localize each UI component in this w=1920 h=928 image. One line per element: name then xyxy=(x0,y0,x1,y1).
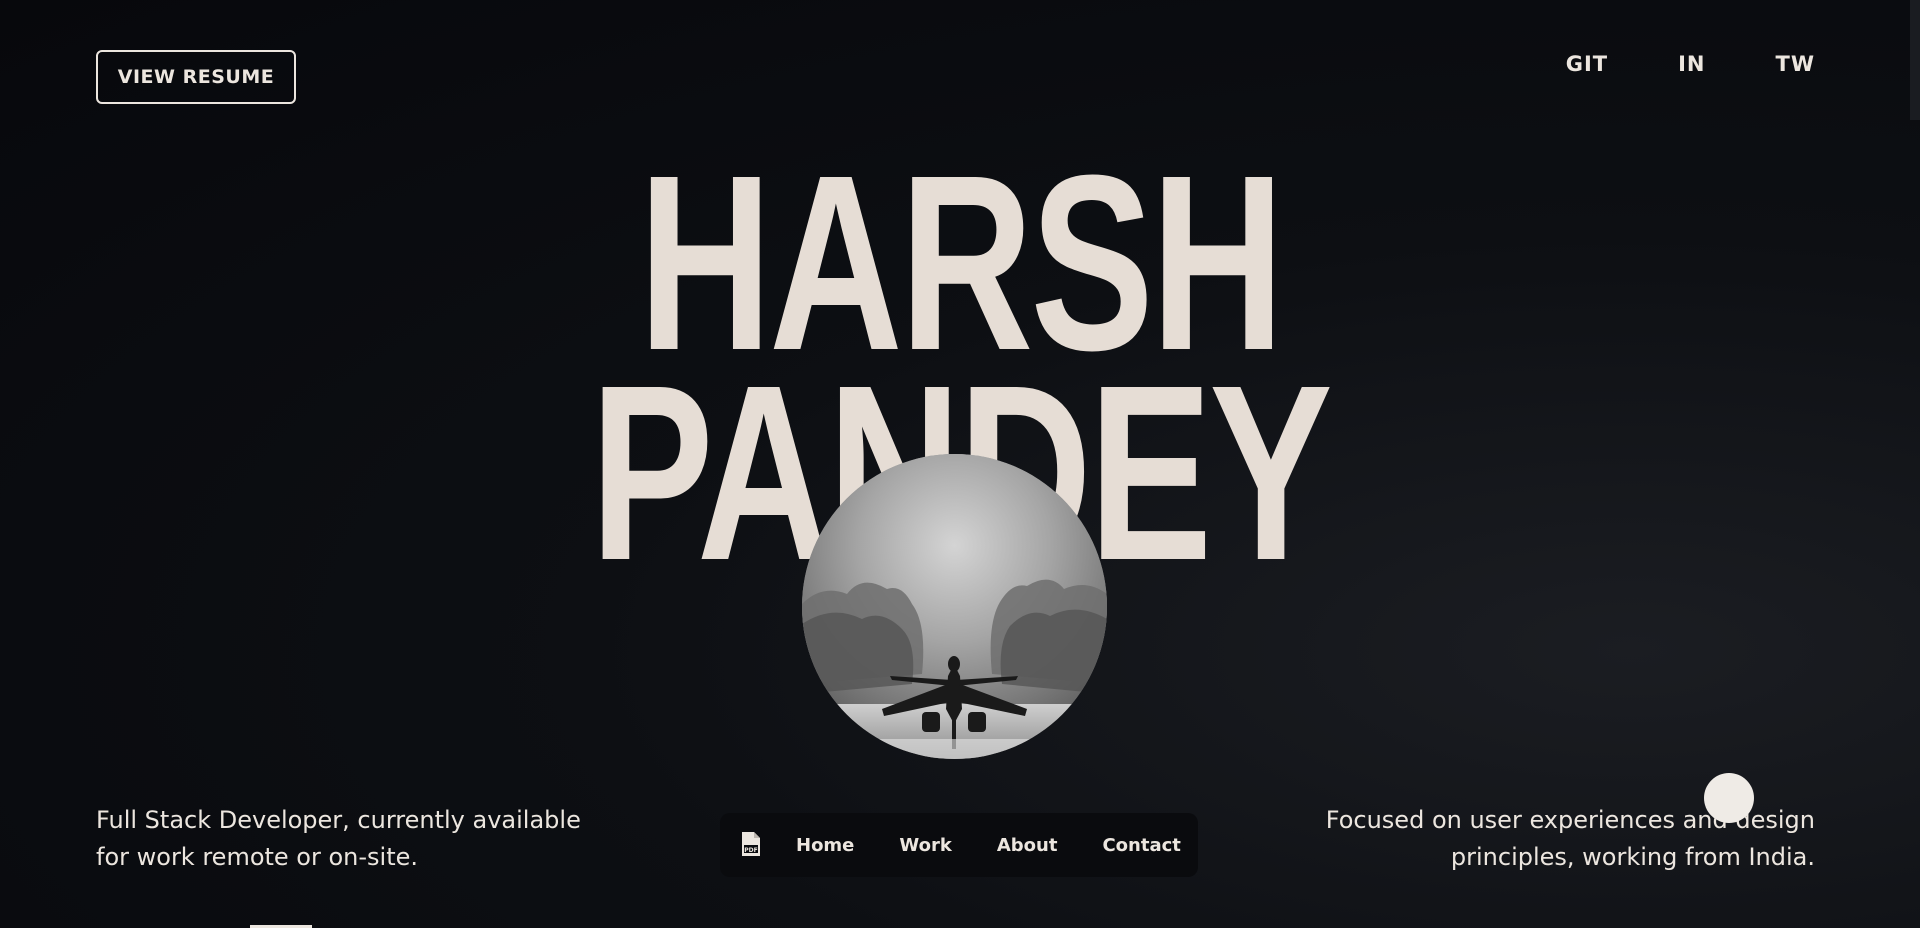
nav-contact[interactable]: Contact xyxy=(1102,835,1180,856)
social-link-git[interactable]: GIT xyxy=(1566,52,1608,76)
cursor-follower-dot xyxy=(1704,773,1754,823)
left-tagline-line1: Full Stack Developer, currently availabl… xyxy=(96,806,581,834)
right-tagline-line2: principles, working from India. xyxy=(1450,843,1815,871)
nav-about[interactable]: About xyxy=(997,835,1058,856)
social-link-twitter[interactable]: TW xyxy=(1776,52,1816,76)
pdf-file-icon[interactable]: PDF xyxy=(740,831,766,859)
social-links: GIT IN TW xyxy=(1566,52,1815,76)
hero-image xyxy=(802,454,1107,759)
nav-work[interactable]: Work xyxy=(899,835,951,856)
view-resume-button[interactable]: VIEW RESUME xyxy=(96,50,296,104)
social-link-linkedin[interactable]: IN xyxy=(1678,52,1705,76)
left-tagline: Full Stack Developer, currently availabl… xyxy=(96,802,581,876)
scrollbar[interactable] xyxy=(1910,0,1920,120)
bottom-nav: PDF Home Work About Contact xyxy=(720,813,1198,877)
nav-home[interactable]: Home xyxy=(796,835,854,856)
svg-text:PDF: PDF xyxy=(744,847,757,854)
portfolio-page: VIEW RESUME GIT IN TW HARSH PANDEY xyxy=(0,0,1920,928)
left-tagline-line2: for work remote or on-site. xyxy=(96,843,419,871)
fighter-jet-illustration xyxy=(802,454,1107,759)
